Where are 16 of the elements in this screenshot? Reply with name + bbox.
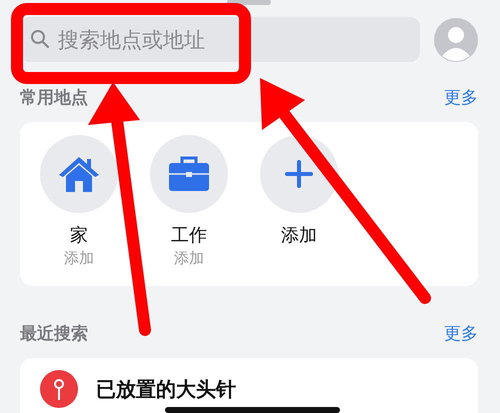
- sheet-grabber[interactable]: [227, 0, 271, 5]
- favorite-sublabel: 添加: [174, 249, 204, 268]
- search-field[interactable]: 搜索地点或地址: [20, 17, 420, 62]
- briefcase-icon: [167, 155, 211, 193]
- section-title: 最近搜索: [20, 322, 88, 344]
- favorite-label: 添加: [281, 224, 317, 247]
- plus-icon: [285, 160, 313, 188]
- section-title: 常用地点: [20, 86, 88, 108]
- favorite-label: 工作: [171, 224, 207, 247]
- favorite-sublabel: 添加: [64, 249, 94, 268]
- house-icon: [57, 154, 101, 194]
- more-link[interactable]: 更多: [444, 322, 478, 344]
- more-link[interactable]: 更多: [444, 86, 478, 108]
- favorite-label: 家: [70, 224, 88, 247]
- pin-icon: [40, 370, 78, 408]
- recent-title[interactable]: 已放置的大头针: [96, 376, 236, 402]
